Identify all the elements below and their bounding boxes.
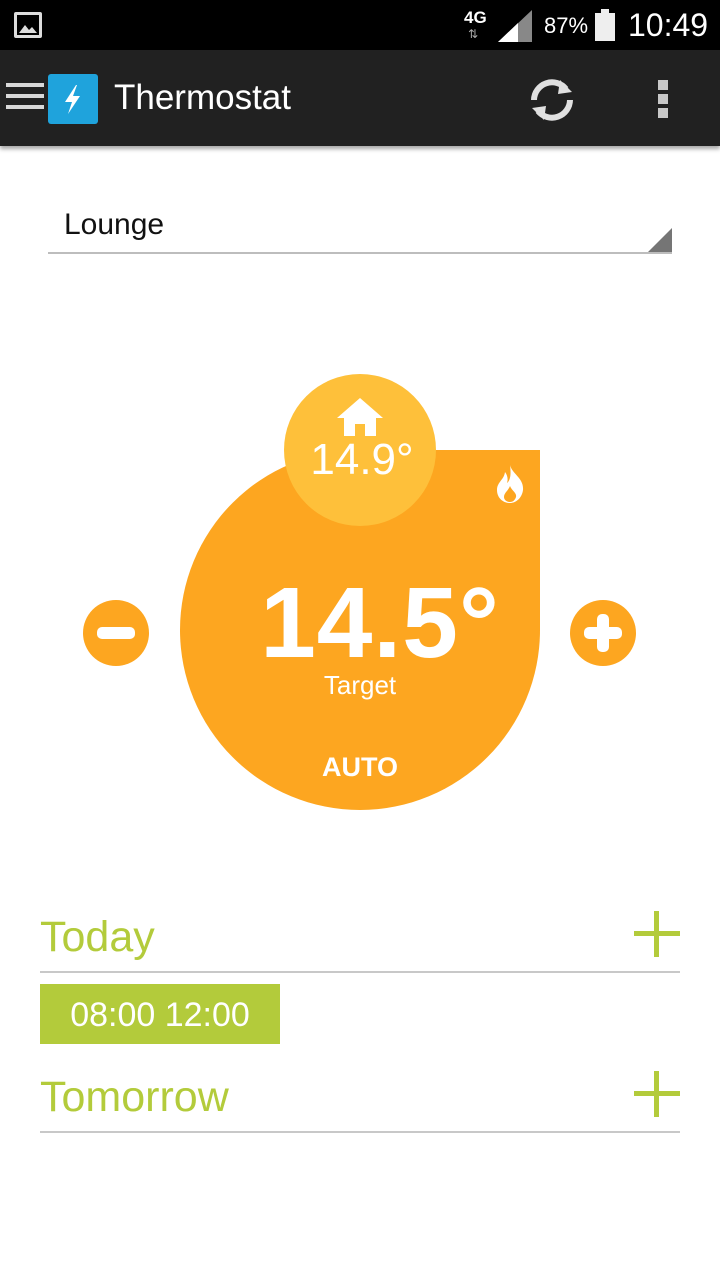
battery-percentage: 87% [544,13,589,38]
overflow-menu-icon[interactable] [645,76,681,122]
increase-temperature-button[interactable] [570,600,636,666]
room-selector[interactable]: Lounge [48,200,672,254]
network-arrows-icon: ⇅ [468,27,479,41]
add-slot-today-button[interactable] [634,911,680,957]
current-temperature: 14.9° [310,435,414,484]
gallery-icon [14,12,42,38]
day-label-tomorrow: Tomorrow [40,1073,229,1121]
network-type: 4G [464,8,487,27]
time-slot[interactable]: 08:00 12:00 [40,984,280,1044]
day-label-today: Today [40,913,155,961]
action-bar: Thermostat [0,50,720,146]
battery-icon [595,9,615,41]
schedule-tomorrow: Tomorrow [40,1071,680,1133]
lightning-icon[interactable] [48,74,98,124]
signal-icon [498,10,532,42]
target-label: Target [323,670,397,700]
schedule-today: Today [40,911,680,973]
clock: 10:49 [628,7,709,43]
decrease-temperature-button[interactable] [83,600,149,666]
app-title: Thermostat [114,78,291,117]
mode-button[interactable]: AUTO [260,752,460,783]
add-slot-tomorrow-button[interactable] [634,1071,680,1117]
house-icon [337,398,383,436]
dropdown-arrow-icon [648,228,672,252]
refresh-icon[interactable] [522,70,582,130]
menu-icon[interactable] [6,83,44,113]
target-temperature: 14.5° [260,567,500,679]
thermostat-dial: 14.9° 14.5° Target AUTO [0,360,720,830]
room-selector-value: Lounge [64,208,165,241]
status-bar: 4G ⇅ 87% 10:49 [0,0,720,50]
flame-icon [497,465,524,503]
